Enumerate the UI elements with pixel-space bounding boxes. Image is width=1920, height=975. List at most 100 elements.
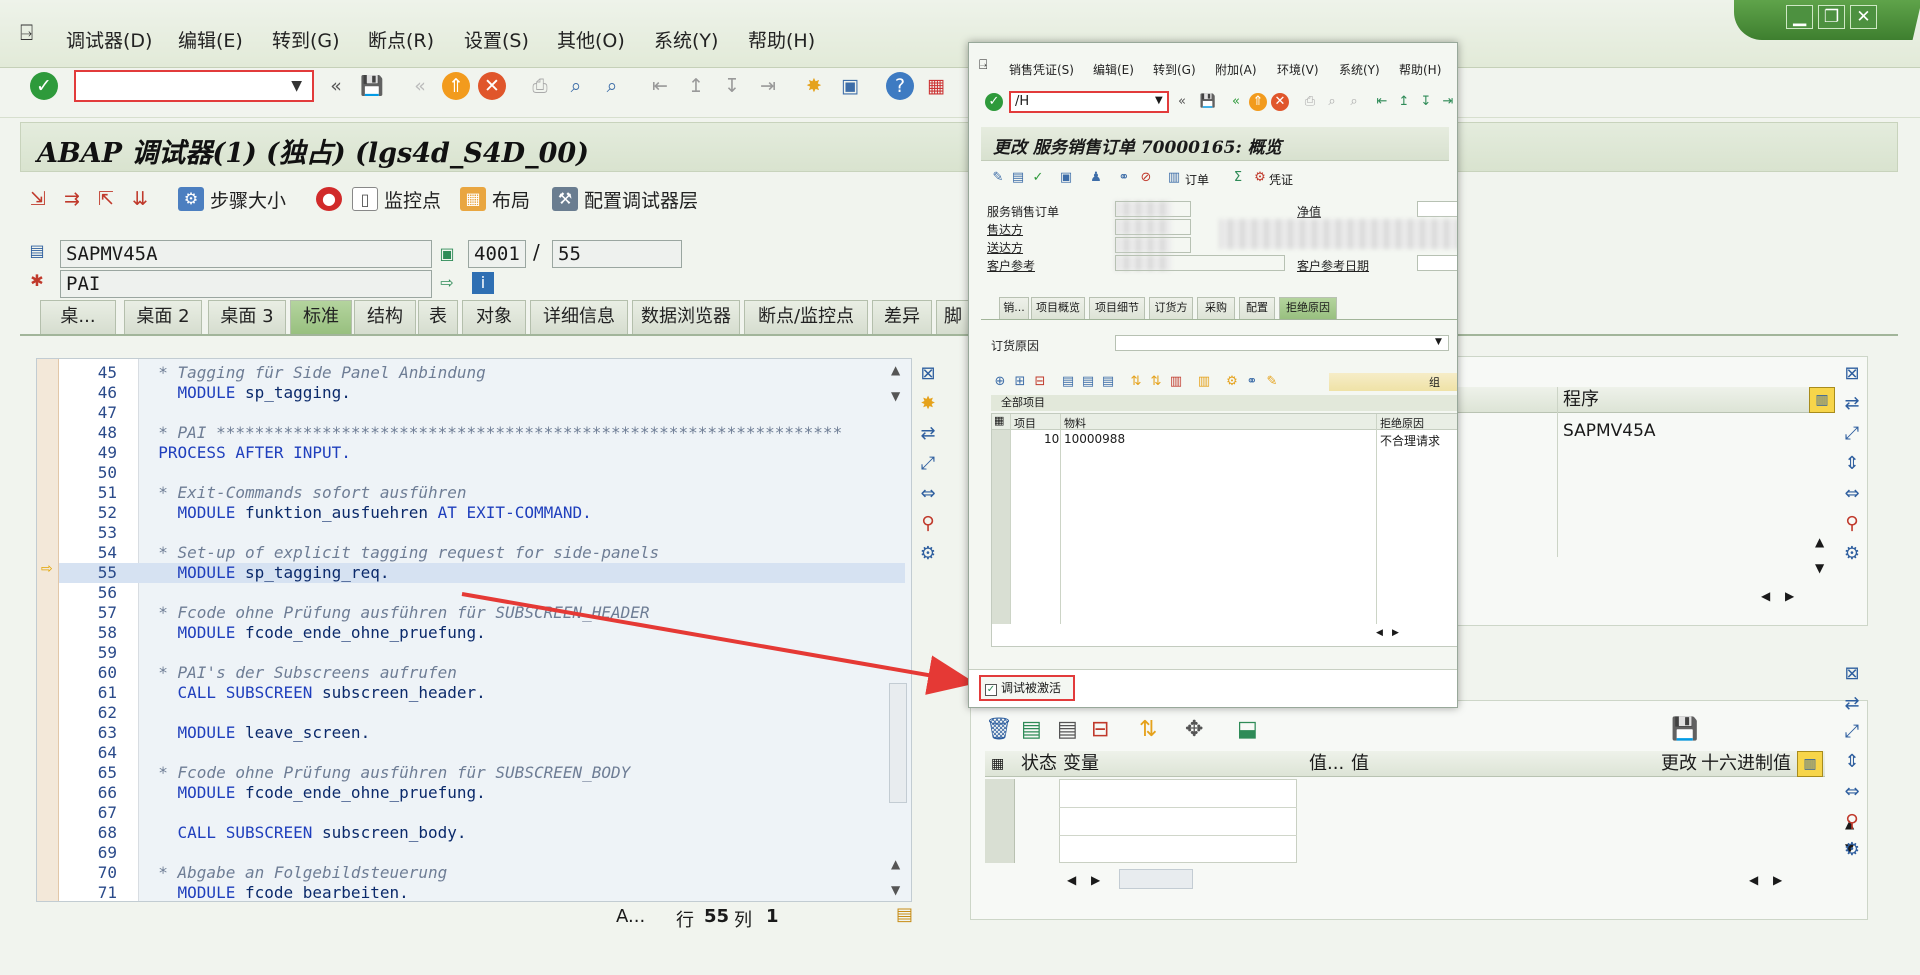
layout-button[interactable]: ▦ 布局 <box>460 180 530 218</box>
delete-icon[interactable]: 🗑 <box>985 717 1013 742</box>
swap-tool-icon[interactable]: ⇄ <box>1838 690 1866 718</box>
exit-icon[interactable]: ⇑ <box>442 72 470 100</box>
code-line[interactable]: 58 MODULE fcode_ende_ohne_pruefung. <box>59 623 905 643</box>
code-line[interactable]: 62 <box>59 703 905 723</box>
chevron-down-icon[interactable]: ▼ <box>1435 337 1442 347</box>
check-icon[interactable]: ✓ <box>30 72 58 100</box>
select-all-icon[interactable]: ▦ <box>991 751 1004 777</box>
code-line[interactable]: 56 <box>59 583 905 603</box>
fit-height-icon[interactable]: ⇕ <box>1838 748 1866 776</box>
tools-icon[interactable]: ⚙ <box>1838 836 1866 864</box>
scroll-right-icon[interactable]: ▶ <box>1091 873 1100 887</box>
code-line[interactable]: 51 * Exit-Commands sofort ausführen <box>59 483 905 503</box>
customer-ref-field[interactable] <box>1115 255 1285 271</box>
orders-icon[interactable]: ▥ <box>1165 169 1183 187</box>
ship-to-label[interactable]: 送达方 <box>987 239 1023 256</box>
scroll-down-icon[interactable]: ▼ <box>891 389 900 403</box>
tab-table[interactable]: 表 <box>418 300 458 334</box>
tab-script[interactable]: 脚 <box>936 300 970 334</box>
code-line[interactable]: 45 * Tagging für Side Panel Anbindung <box>59 363 905 383</box>
screen-number-field[interactable]: 4001 <box>468 240 526 268</box>
service-order-field[interactable] <box>1115 201 1191 217</box>
display-change-icon[interactable]: ✎ <box>989 169 1007 187</box>
copy-row-icon[interactable]: ▤ <box>1057 717 1078 742</box>
code-line[interactable]: 65 * Fcode ohne Prüfung ausführen für SU… <box>59 763 905 783</box>
code-line[interactable]: 61 CALL SUBSCREEN subscreen_header. <box>59 683 905 703</box>
back-icon[interactable]: « <box>406 72 434 100</box>
continue-icon[interactable]: ⇊ <box>132 180 148 218</box>
stop-button[interactable]: ● <box>316 180 342 218</box>
back-icon[interactable]: « <box>1227 93 1245 111</box>
command-field[interactable]: /H <box>1009 91 1169 113</box>
sold-to-field[interactable] <box>1115 219 1191 235</box>
new-session-icon[interactable]: ✸ <box>800 72 828 100</box>
system-menu-icon[interactable]: ⍈ <box>979 57 987 73</box>
check-icon[interactable]: ✓ <box>985 93 1003 111</box>
scroll-right-icon[interactable]: ▶ <box>1392 628 1399 638</box>
header-icon[interactable]: ▣ <box>1057 169 1075 187</box>
tab-desktop-2[interactable]: 桌面 2 <box>124 300 202 334</box>
code-line[interactable]: 68 CALL SUBSCREEN subscreen_body. <box>59 823 905 843</box>
debug-active-checkbox[interactable]: ✓ 调试被激活 <box>979 675 1075 701</box>
code-line[interactable]: 53 <box>59 523 905 543</box>
tab-item-overview[interactable]: 项目概览 <box>1031 297 1085 319</box>
maximize-pane-icon[interactable]: ⤢ <box>1838 420 1866 448</box>
insert-row-icon[interactable]: ▤ <box>1021 717 1042 742</box>
partner-icon[interactable]: ♟ <box>1087 169 1105 187</box>
code-line[interactable]: 55 MODULE sp_tagging_req. <box>59 563 905 583</box>
menu-settings[interactable]: 设置(S) <box>464 26 529 53</box>
save-icon[interactable]: 💾 <box>1671 717 1698 742</box>
code-line[interactable]: 67 <box>59 803 905 823</box>
menu-environment[interactable]: 环境(V) <box>1277 61 1319 78</box>
print-icon[interactable]: ⎙ <box>526 72 554 100</box>
scroll-left-icon[interactable]: ◀ <box>1067 873 1076 887</box>
navigate-icon[interactable]: ⇨ <box>436 272 458 294</box>
menu-system[interactable]: 系统(Y) <box>1339 61 1380 78</box>
find-next-icon[interactable]: ⌕ <box>598 72 626 100</box>
close-icon[interactable]: ✕ <box>1850 5 1877 29</box>
close-pane-icon[interactable]: ⊠ <box>914 360 942 388</box>
last-page-icon[interactable]: ⇥ <box>1439 93 1457 111</box>
scroll-left-icon[interactable]: ◀ <box>1761 589 1770 603</box>
services-icon[interactable]: ⚲ <box>1838 808 1866 836</box>
menu-edit[interactable]: 编辑(E) <box>1093 61 1134 78</box>
swap-tool-icon[interactable]: ⇄ <box>914 420 942 448</box>
next-page-icon[interactable]: ↧ <box>718 72 746 100</box>
add-row-icon[interactable]: ⊞ <box>1011 373 1029 391</box>
prev-page-icon[interactable]: ↥ <box>1395 93 1413 111</box>
system-menu-icon[interactable]: ⍈ <box>20 23 44 45</box>
sort-icon[interactable]: ⇅ <box>1139 717 1157 742</box>
scroll-thumb[interactable] <box>889 683 907 803</box>
layout-grid-icon[interactable]: ▥ <box>1809 387 1835 413</box>
scroll-right-icon[interactable]: ▶ <box>1773 873 1782 887</box>
layout-grid-icon[interactable]: ▥ <box>1797 751 1823 777</box>
services-icon[interactable]: ⚲ <box>1838 510 1866 538</box>
first-page-icon[interactable]: ⇤ <box>646 72 674 100</box>
tab-ordering-party[interactable]: 订货方 <box>1149 297 1193 319</box>
last-page-icon[interactable]: ⇥ <box>754 72 782 100</box>
tab-breakpoints[interactable]: 断点/监控点 <box>744 300 868 334</box>
source-code-pane[interactable]: 45 * Tagging für Side Panel Anbindung 46 … <box>36 358 912 902</box>
command-field[interactable]: ▼ <box>74 70 314 102</box>
save-icon[interactable]: 💾 <box>1199 93 1217 111</box>
tab-data-browser[interactable]: 数据浏览器 <box>632 300 740 334</box>
code-line[interactable]: 47 <box>59 403 905 423</box>
menu-breakpoints[interactable]: 断点(R) <box>368 26 434 53</box>
find-next-icon[interactable]: ⌕ <box>1345 93 1363 111</box>
prev-page-icon[interactable]: ↥ <box>682 72 710 100</box>
layout-icon[interactable]: ▦ <box>922 72 950 100</box>
chevron-down-icon[interactable]: ▼ <box>291 78 302 94</box>
maximize-pane-icon[interactable]: ⤢ <box>1838 718 1866 746</box>
new-tool-icon[interactable]: ✸ <box>914 390 942 418</box>
tab-procurement[interactable]: 采购 <box>1197 297 1235 319</box>
program-field[interactable]: SAPMV45A <box>60 240 432 268</box>
tools-icon[interactable]: ⚙ <box>914 540 942 568</box>
code-line[interactable]: 54 * Set-up of explicit tagging request … <box>59 543 905 563</box>
detail-icon[interactable]: ⊕ <box>991 373 1009 391</box>
code-line[interactable]: 49 PROCESS AFTER INPUT. <box>59 443 905 463</box>
tab-configuration[interactable]: 配置 <box>1239 297 1275 319</box>
block-icon[interactable]: ⊘ <box>1137 169 1155 187</box>
find-icon[interactable]: ⌕ <box>1323 93 1341 111</box>
menu-edit[interactable]: 编辑(E) <box>178 26 243 53</box>
scroll-up-bottom-icon[interactable]: ▲ <box>891 857 900 871</box>
